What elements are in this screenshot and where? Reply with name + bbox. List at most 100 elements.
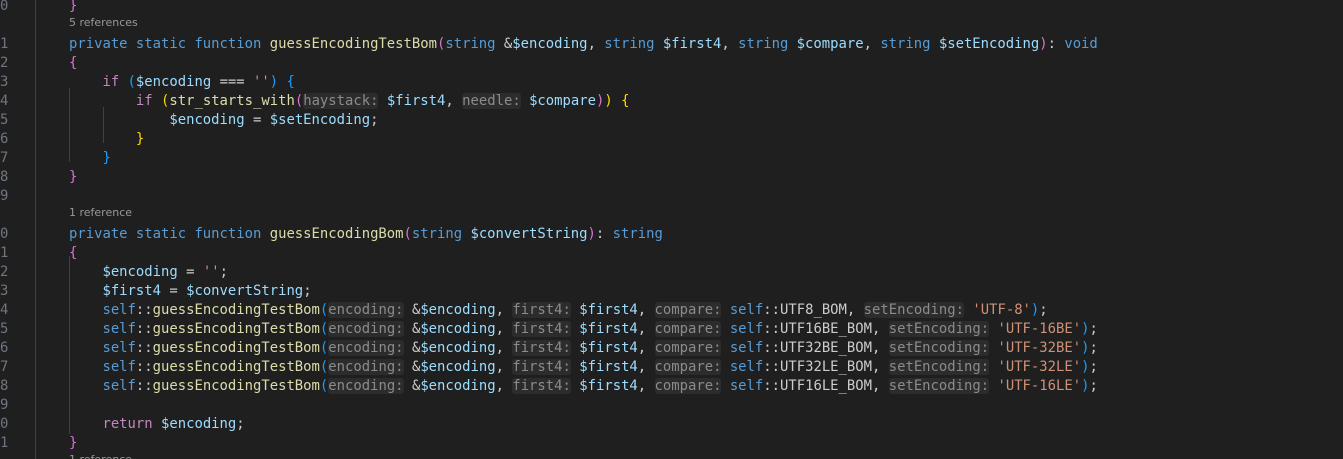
code-token: (	[403, 226, 412, 242]
code-token: ::	[135, 359, 153, 375]
code-token: str_starts_with	[169, 93, 295, 109]
code-line[interactable]: 1 private static function guessEncodingTe…	[0, 35, 1343, 54]
code-line[interactable]: 3 if ($encoding === '') {	[0, 73, 1343, 92]
code-line[interactable]: 1{	[0, 244, 1343, 263]
code-token: string	[738, 36, 797, 52]
code-line[interactable]: 5 self::guessEncodingTestBom(encoding: &…	[0, 320, 1343, 339]
code-token: guessEncodingTestBom	[269, 36, 437, 52]
code-line[interactable]: 6 self::guessEncodingTestBom(encoding: &…	[0, 339, 1343, 358]
inlay-hint: needle:	[462, 93, 521, 109]
inlay-hint: first4:	[512, 340, 571, 356]
inlay-hint: encoding:	[328, 359, 404, 375]
code-token: ::	[135, 340, 153, 356]
code-line[interactable]: 2 $encoding = '';	[0, 263, 1343, 282]
line-number: 5	[0, 321, 9, 337]
code-token: guessEncodingTestBom	[152, 378, 320, 394]
code-line[interactable]: 3 $first4 = $convertString;	[0, 282, 1343, 301]
code-token: self	[102, 378, 136, 394]
code-line[interactable]: 0 private static function guessEncodingBo…	[0, 225, 1343, 244]
code-line[interactable]: 9	[0, 396, 1343, 415]
line-number: 3	[0, 283, 9, 299]
code-token: $encoding	[102, 264, 178, 280]
code-token: ::	[763, 302, 780, 318]
code-token: {	[69, 55, 78, 71]
code-line[interactable]: 6 }	[0, 130, 1343, 149]
code-token: ;	[1039, 302, 1048, 318]
inlay-hint: setEncoding:	[888, 378, 990, 394]
code-token: guessEncodingTestBom	[152, 359, 320, 375]
code-token: self	[729, 359, 764, 375]
indent-guide	[103, 107, 104, 143]
inlay-hint: first4:	[512, 302, 571, 318]
code-text: $encoding = '';	[69, 263, 227, 282]
code-text: self::guessEncodingTestBom(encoding: &$e…	[69, 377, 1098, 396]
code-token: ,	[637, 302, 655, 318]
inlay-hint: setEncoding:	[888, 321, 990, 337]
code-line[interactable]: 2{	[0, 54, 1343, 73]
code-line[interactable]: 1}	[0, 434, 1343, 453]
code-line[interactable]: 0 return $encoding;	[0, 415, 1343, 434]
line-number: 0	[0, 0, 9, 14]
code-text: self::guessEncodingTestBom(encoding: &$e…	[69, 320, 1098, 339]
code-lens-label[interactable]: 1 reference	[69, 206, 132, 219]
code-token: string	[612, 226, 663, 242]
code-token: ===	[211, 74, 254, 90]
code-text: }	[69, 168, 77, 187]
code-line[interactable]: 9	[0, 187, 1343, 206]
code-text: self::guessEncodingTestBom(encoding: &$e…	[69, 301, 1048, 320]
code-lens-references[interactable]: 1 reference	[0, 206, 1343, 219]
inlay-hint: compare:	[654, 321, 722, 337]
code-lens-references[interactable]: 5 references	[0, 16, 1343, 29]
code-token: self	[729, 340, 764, 356]
code-line[interactable]: 8}	[0, 168, 1343, 187]
code-token: )	[587, 226, 596, 242]
code-line[interactable]: 4 self::guessEncodingTestBom(encoding: &…	[0, 301, 1343, 320]
code-token: $first4	[579, 302, 638, 318]
code-lens-references[interactable]: 1 reference	[0, 453, 1343, 459]
code-line[interactable]: 4 if (str_starts_with(haystack: $first4,…	[0, 92, 1343, 111]
code-token: ::	[135, 302, 153, 318]
code-text: {	[69, 244, 77, 263]
code-token: ;	[236, 416, 245, 432]
code-token: ,	[587, 36, 605, 52]
code-token: ,	[495, 302, 513, 318]
code-text: self::guessEncodingTestBom(encoding: &$e…	[69, 339, 1098, 358]
inlay-hint: compare:	[654, 359, 722, 375]
code-line[interactable]: 0}	[0, 0, 1343, 16]
code-editor[interactable]: 0} 5 references 1 private static function g…	[0, 0, 1343, 459]
inlay-hint: encoding:	[328, 340, 404, 356]
code-line[interactable]: 7 }	[0, 149, 1343, 168]
code-token: $first4	[579, 321, 638, 337]
code-token: {	[621, 93, 630, 109]
code-text: self::guessEncodingTestBom(encoding: &$e…	[69, 358, 1098, 377]
inlay-hint: encoding:	[328, 302, 404, 318]
code-token: ,	[495, 321, 513, 337]
code-token: ''	[202, 264, 220, 280]
code-token: ,	[721, 36, 739, 52]
code-token: $encoding	[135, 74, 212, 90]
line-number: 1	[0, 36, 9, 52]
code-token: ,	[872, 321, 889, 337]
code-lens-label[interactable]: 5 references	[69, 16, 138, 29]
code-line[interactable]: 5 $encoding = $setEncoding;	[0, 111, 1343, 130]
code-token: private static function	[69, 226, 270, 242]
code-token: ,	[846, 302, 864, 318]
code-token: UTF8_BOM	[780, 302, 847, 318]
code-line[interactable]: 8 self::guessEncodingTestBom(encoding: &…	[0, 377, 1343, 396]
code-token: string	[445, 36, 504, 52]
code-token: :	[595, 226, 613, 242]
code-text: if (str_starts_with(haystack: $first4, n…	[69, 92, 629, 111]
code-lens-label[interactable]: 1 reference	[69, 453, 132, 459]
code-token: $setEncoding	[938, 36, 1040, 52]
code-line[interactable]: 7 self::guessEncodingTestBom(encoding: &…	[0, 358, 1343, 377]
code-token: self	[729, 321, 764, 337]
